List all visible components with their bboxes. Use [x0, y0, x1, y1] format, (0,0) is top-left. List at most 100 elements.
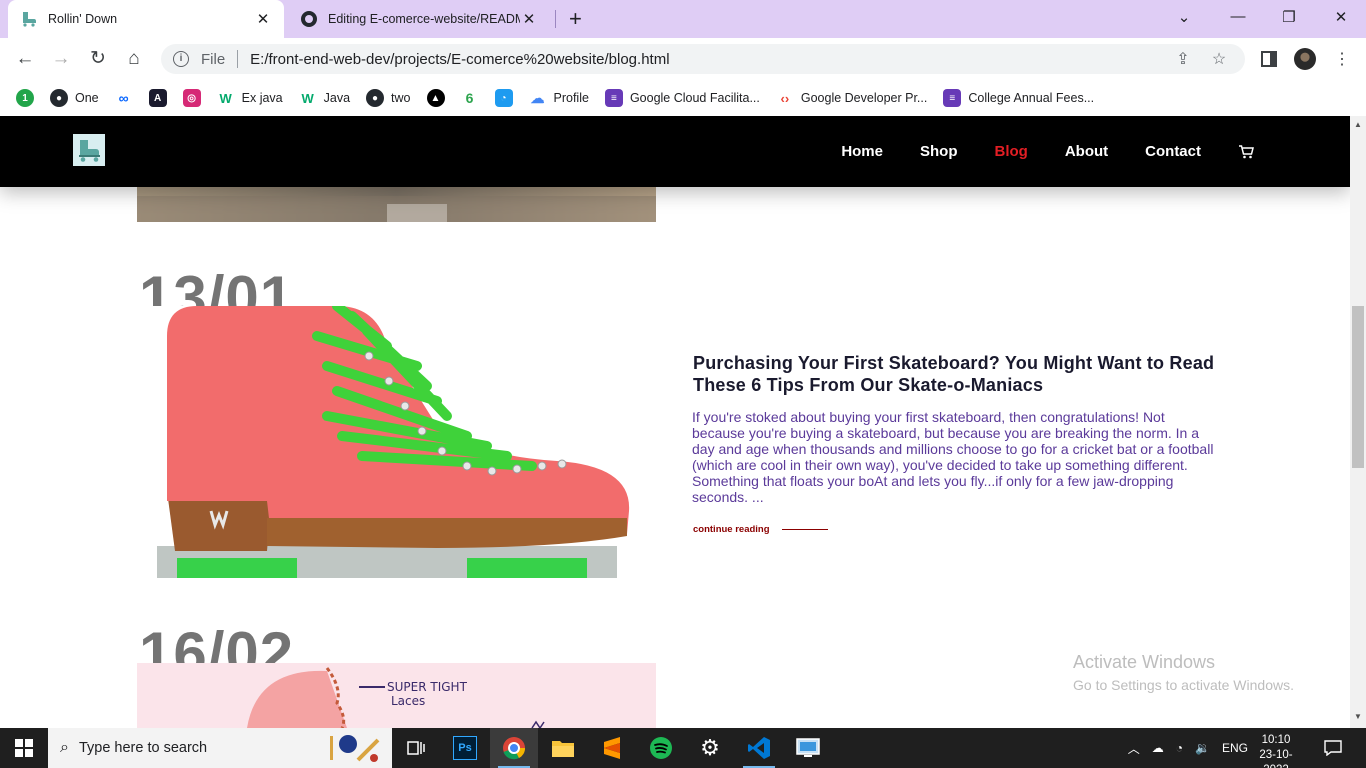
- chrome-icon[interactable]: [490, 728, 538, 768]
- photoshop-icon[interactable]: Ps: [441, 728, 489, 768]
- bookmark-item[interactable]: ● One: [50, 89, 99, 107]
- remote-desktop-icon[interactable]: [784, 728, 832, 768]
- nav-home[interactable]: Home: [841, 143, 883, 160]
- file-explorer-icon[interactable]: [539, 728, 587, 768]
- link-underline: [781, 529, 828, 530]
- post-title[interactable]: Purchasing Your First Skateboard? You Mi…: [693, 352, 1223, 396]
- tab-title: Rollin' Down: [48, 12, 118, 26]
- w3-icon: W: [216, 89, 235, 107]
- forward-arrow-icon[interactable]: →: [50, 48, 72, 70]
- watermark-title: Activate Windows: [1073, 652, 1216, 672]
- info-icon[interactable]: i: [173, 51, 189, 67]
- bookmark-item[interactable]: ≡ Google Cloud Facilita...: [604, 89, 760, 107]
- notification-icon[interactable]: [1318, 736, 1348, 760]
- search-placeholder: Type here to search: [78, 740, 208, 756]
- nav-about[interactable]: About: [1065, 143, 1108, 160]
- window-close-icon[interactable]: ✕: [1331, 8, 1351, 26]
- activate-windows-watermark: Activate Windows Go to Settings to activ…: [1073, 652, 1294, 693]
- forms-icon: ≡: [943, 89, 962, 107]
- bookmark-item[interactable]: 6: [460, 89, 479, 107]
- taskbar-search-box[interactable]: ⌕ Type here to search: [48, 728, 392, 768]
- github-icon: ●: [50, 89, 68, 107]
- chevron-down-icon[interactable]: ⌄: [1174, 8, 1194, 26]
- maximize-icon[interactable]: ❐: [1279, 8, 1299, 26]
- task-view-icon[interactable]: [392, 728, 440, 768]
- bookmark-item[interactable]: ≡ College Annual Fees...: [943, 89, 1094, 107]
- side-panel-icon[interactable]: [1258, 48, 1280, 70]
- tab-editing-readme[interactable]: Editing E-comerce-website/README ✕: [288, 0, 550, 38]
- roller-skate-icon: [79, 140, 100, 162]
- new-tab-icon[interactable]: +: [569, 8, 582, 30]
- meta-icon: ∞: [114, 89, 133, 107]
- kebab-menu-icon[interactable]: ⋮: [1331, 48, 1353, 70]
- image-caption: Laces: [391, 694, 425, 708]
- nav-contact[interactable]: Contact: [1145, 143, 1201, 160]
- azure-icon: ◔: [494, 89, 513, 107]
- bookmark-item[interactable]: ▲: [426, 89, 445, 107]
- bookmark-label: Google Developer Pr...: [800, 91, 928, 105]
- chevron-up-icon[interactable]: ︿: [1128, 740, 1140, 757]
- cart-icon[interactable]: [1238, 144, 1254, 159]
- web-page: Home Shop Blog About Contact 13/01 Purch…: [0, 116, 1350, 728]
- wifi-icon[interactable]: ◔: [1176, 741, 1183, 755]
- bookmark-label: Java: [323, 91, 351, 105]
- nav-shop[interactable]: Shop: [920, 143, 958, 160]
- page-scrollbar[interactable]: ▲ ▼: [1350, 116, 1366, 728]
- bookmark-item[interactable]: ◎: [182, 89, 201, 107]
- scroll-down-icon[interactable]: ▼: [1350, 712, 1366, 726]
- tab-rollin-down[interactable]: Rollin' Down ✕: [8, 0, 284, 38]
- spotify-icon[interactable]: [637, 728, 685, 768]
- google-dev-icon: ‹›: [775, 89, 794, 107]
- tab-title: Editing E-comerce-website/README: [328, 12, 520, 26]
- bookmark-item[interactable]: A: [148, 89, 167, 107]
- roller-skate-icon: [20, 10, 38, 28]
- settings-gear-icon[interactable]: ⚙: [686, 728, 734, 768]
- sublime-text-icon[interactable]: [588, 728, 636, 768]
- minimize-icon[interactable]: —: [1228, 8, 1248, 25]
- bookmark-item[interactable]: ● two: [366, 89, 411, 107]
- site-header: Home Shop Blog About Contact: [0, 116, 1350, 187]
- leaf-icon: 6: [460, 89, 479, 107]
- bookmark-label: One: [75, 91, 99, 105]
- nav-blog[interactable]: Blog: [995, 143, 1028, 160]
- close-icon[interactable]: ✕: [520, 10, 538, 28]
- address-bar[interactable]: i File E:/front-end-web-dev/projects/E-c…: [161, 44, 1245, 74]
- bookmark-label: two: [391, 91, 411, 105]
- main-nav: Home Shop Blog About Contact: [804, 116, 1254, 187]
- bookmark-item[interactable]: ∞: [114, 89, 133, 107]
- volume-icon[interactable]: 🔉: [1195, 741, 1210, 755]
- bookmark-item[interactable]: 1: [16, 89, 34, 107]
- bookmark-label: Profile: [553, 91, 589, 105]
- github-icon: [300, 10, 318, 28]
- bookmark-item[interactable]: W Ex java: [216, 89, 283, 107]
- star-icon[interactable]: ☆: [1209, 49, 1229, 69]
- system-clock[interactable]: 10:10 23-10-2022: [1248, 733, 1304, 768]
- triangle-icon: ▲: [426, 89, 445, 107]
- share-icon[interactable]: ⇪: [1173, 49, 1193, 69]
- vscode-icon[interactable]: [735, 728, 783, 768]
- scroll-up-icon[interactable]: ▲: [1350, 120, 1366, 134]
- site-logo[interactable]: [73, 134, 105, 166]
- tab-divider: [555, 10, 556, 28]
- bookmark-item[interactable]: ◔: [494, 89, 513, 107]
- close-icon[interactable]: ✕: [254, 10, 272, 28]
- bookmark-item[interactable]: W Java: [298, 89, 351, 107]
- windows-start-icon[interactable]: [0, 728, 48, 768]
- language-indicator[interactable]: ENG: [1222, 741, 1248, 755]
- w3-icon: W: [298, 89, 317, 107]
- bookmark-item[interactable]: ‹› Google Developer Pr...: [775, 89, 928, 107]
- url-text[interactable]: E:/front-end-web-dev/projects/E-comerce%…: [250, 51, 1173, 68]
- green-1-icon: 1: [16, 89, 34, 107]
- scroll-thumb[interactable]: [1352, 306, 1364, 468]
- onedrive-cloud-icon[interactable]: ☁: [1152, 741, 1164, 755]
- watermark-subtitle: Go to Settings to activate Windows.: [1073, 677, 1294, 693]
- github-icon: ●: [366, 89, 385, 107]
- instagram-icon: ◎: [182, 89, 201, 107]
- bookmark-item[interactable]: ☁ Profile: [528, 89, 589, 107]
- continue-reading-link[interactable]: continue reading: [693, 524, 828, 535]
- profile-avatar[interactable]: [1294, 48, 1316, 70]
- reload-icon[interactable]: ↻: [87, 48, 109, 70]
- back-arrow-icon[interactable]: ←: [14, 48, 36, 70]
- home-icon[interactable]: ⌂: [123, 48, 145, 70]
- browser-toolbar: ← → ↻ ⌂ i File E:/front-end-web-dev/proj…: [0, 38, 1366, 80]
